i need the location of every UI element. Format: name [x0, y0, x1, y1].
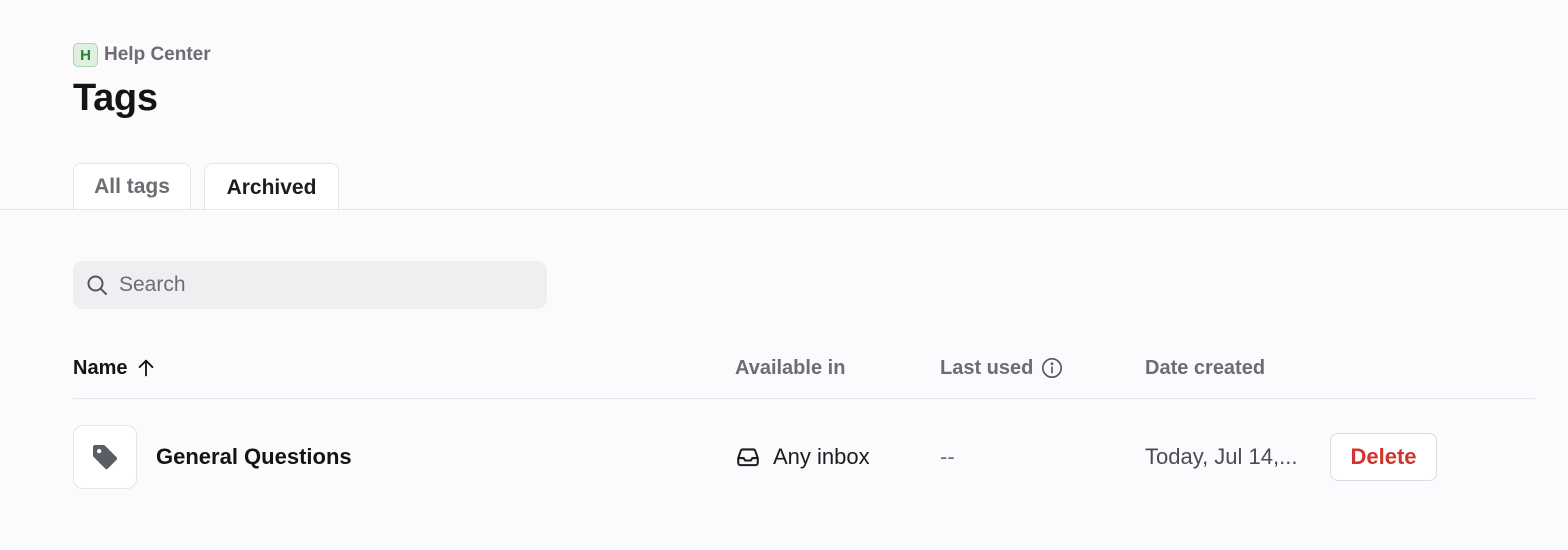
tag-tile: [73, 425, 137, 489]
breadcrumb[interactable]: H Help Center: [73, 43, 211, 67]
tabs-divider: [0, 209, 1568, 210]
delete-button[interactable]: Delete: [1330, 433, 1437, 481]
tag-name[interactable]: General Questions: [156, 444, 352, 470]
date-created-value: Today, Jul 14,...: [1145, 444, 1298, 469]
column-header-last-used-label: Last used: [940, 356, 1034, 379]
last-used-value: --: [940, 444, 955, 469]
column-header-available-in-label: Available in: [735, 356, 846, 379]
column-header-available-in: Available in: [735, 355, 845, 381]
tab-archived[interactable]: Archived: [204, 163, 339, 211]
search-input[interactable]: [119, 273, 519, 297]
tag-icon: [93, 445, 118, 470]
header-divider: [73, 398, 1535, 399]
info-icon[interactable]: [1041, 357, 1063, 379]
available-in-cell: Any inbox: [735, 444, 870, 470]
breadcrumb-workspace-name[interactable]: Help Center: [104, 44, 211, 66]
table-row[interactable]: General Questions Any inbox -- Today, Ju…: [73, 425, 1535, 489]
page-title: Tags: [73, 77, 158, 119]
inbox-icon: [737, 448, 759, 467]
search-icon: [87, 275, 107, 295]
tags-page: H Help Center Tags All tags Archived Nam…: [0, 0, 1568, 550]
arrow-up-icon: [139, 359, 154, 377]
workspace-badge: H: [73, 43, 98, 67]
search-box[interactable]: [73, 261, 547, 309]
column-header-last-used: Last used: [940, 355, 1063, 381]
column-header-name[interactable]: Name: [73, 355, 157, 381]
tab-all-tags[interactable]: All tags: [73, 163, 191, 210]
column-header-name-label: Name: [73, 356, 128, 379]
column-header-date-created-label: Date created: [1145, 356, 1266, 379]
available-in-value: Any inbox: [773, 444, 870, 469]
column-header-date-created: Date created: [1145, 355, 1265, 381]
